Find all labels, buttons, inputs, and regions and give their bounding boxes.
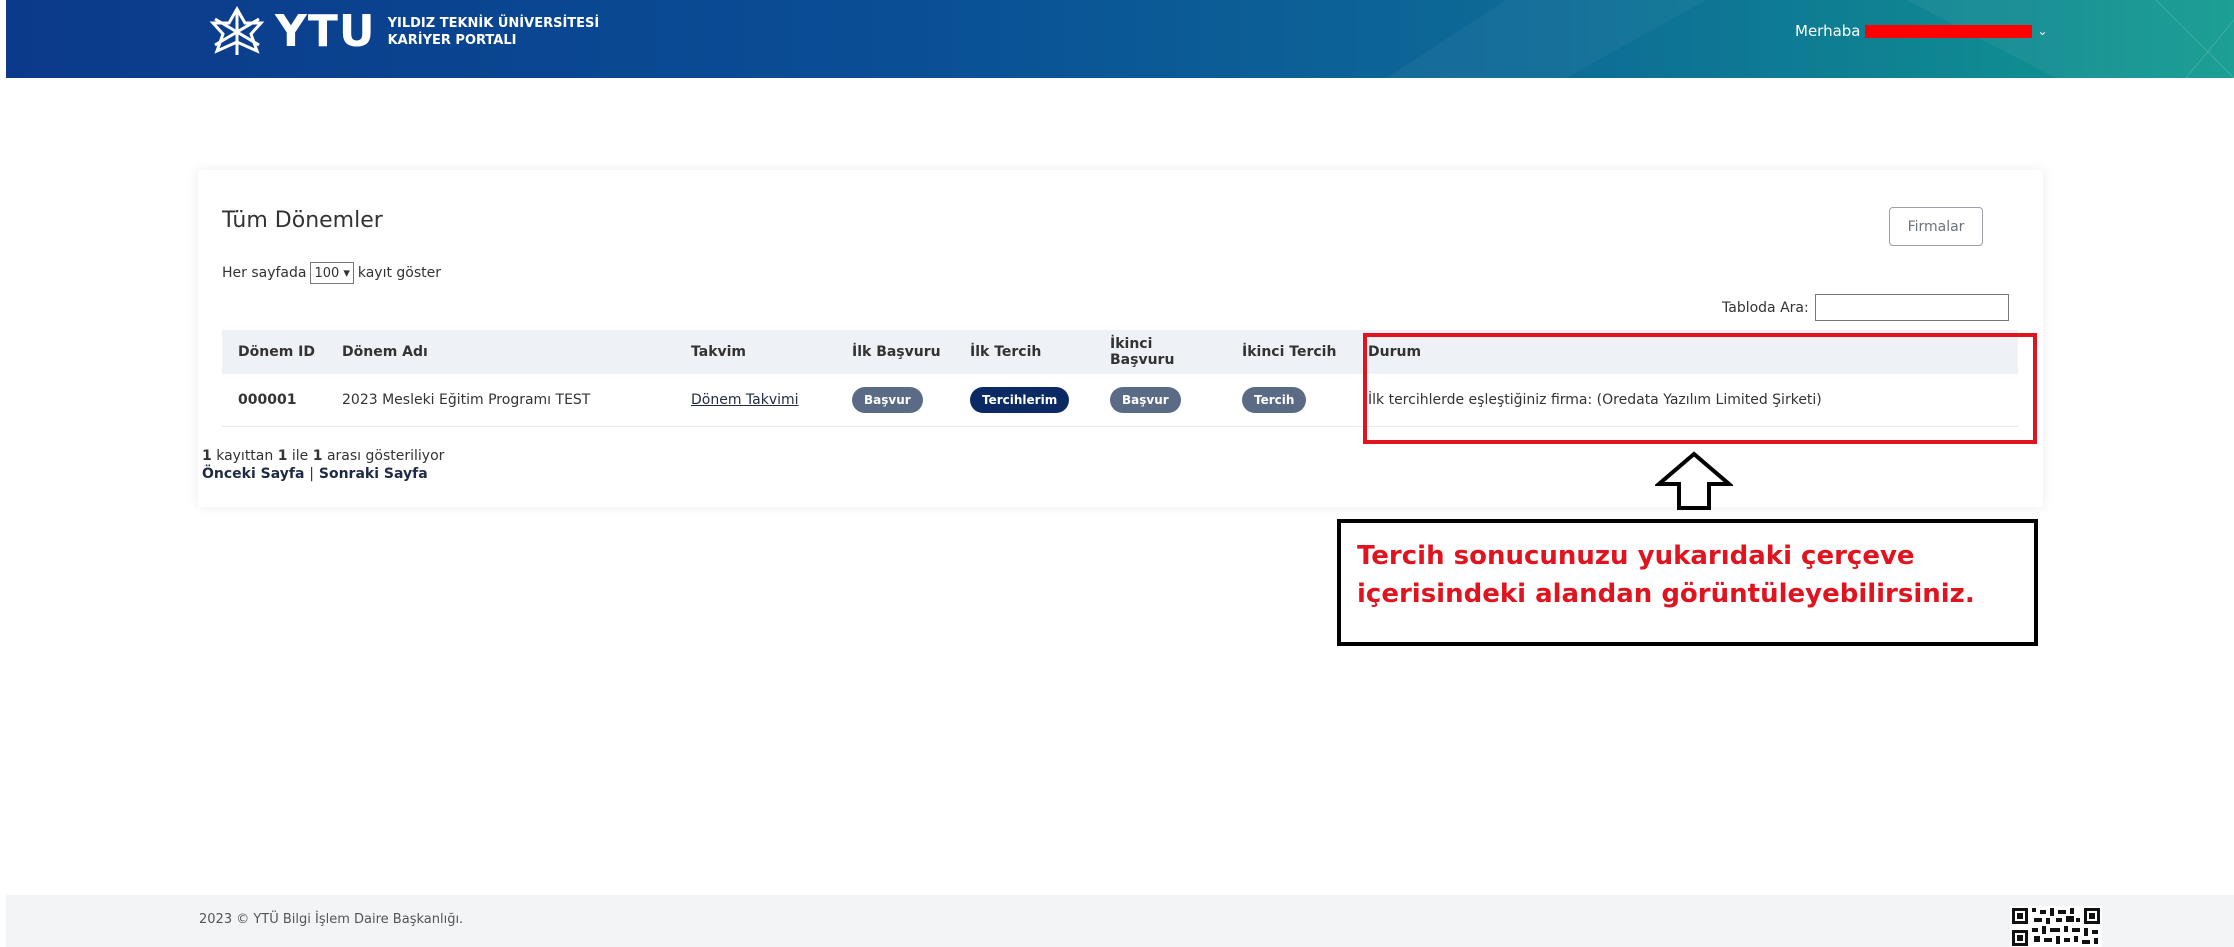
cell-first-apply: Başvur — [836, 374, 954, 427]
page-length-suffix: kayıt göster — [357, 265, 442, 281]
redacted-username — [1864, 24, 2032, 38]
column-header-calendar[interactable]: Takvim — [675, 330, 836, 374]
cell-second-pref: Tercih — [1226, 374, 1352, 427]
firmalar-button[interactable]: Firmalar — [1889, 207, 1983, 246]
calendar-link[interactable]: Dönem Takvimi — [691, 392, 799, 408]
page-length-control: Her sayfada 100 ▾ kayıt göster — [222, 262, 441, 284]
second-apply-button[interactable]: Başvur — [1110, 386, 1181, 413]
page-length-prefix: Her sayfada — [222, 265, 307, 281]
footer: 2023 © YTÜ Bilgi İşlem Daire Başkanlığı. — [6, 895, 2234, 947]
user-menu[interactable]: Merhaba ⌄ — [1795, 22, 2048, 40]
greeting-text: Merhaba — [1795, 22, 1861, 40]
annotation-line-1: Tercih sonucunuzu yukarıdaki çerçeve — [1357, 541, 1915, 571]
info-text-3: arası gösteriliyor — [326, 448, 445, 464]
page-length-value: 100 — [314, 265, 340, 281]
page-title: Tüm Dönemler — [222, 208, 383, 233]
info-text-1: kayıttan — [216, 448, 274, 464]
qr-code-icon — [2010, 906, 2102, 947]
column-header-period-name[interactable]: Dönem Adı — [326, 330, 675, 374]
info-to: 1 — [312, 448, 323, 464]
cell-first-pref: Tercihlerim — [954, 374, 1094, 427]
brand-text: YILDIZ TEKNİK ÜNİVERSİTESİ KARİYER PORTA… — [388, 15, 600, 49]
cell-period-name: 2023 Mesleki Eğitim Programı TEST — [326, 374, 675, 427]
next-page-link[interactable]: Sonraki Sayfa — [319, 466, 428, 482]
page-length-select[interactable]: 100 ▾ — [310, 262, 354, 284]
table-info: 1 kayıttan 1 ile 1 arası gösteriliyor — [202, 446, 444, 466]
info-from: 1 — [277, 448, 288, 464]
search-label: Tabloda Ara: — [1722, 299, 1809, 316]
top-navbar: YTU YILDIZ TEKNİK ÜNİVERSİTESİ KARİYER P… — [6, 0, 2234, 78]
annotation-note: Tercih sonucunuzu yukarıdaki çerçeve içe… — [1337, 519, 2038, 646]
cell-calendar: Dönem Takvimi — [675, 374, 836, 427]
column-header-second-pref[interactable]: İkinci Tercih — [1226, 330, 1352, 374]
info-text-2: ile — [291, 448, 309, 464]
cell-second-apply: Başvur — [1094, 374, 1226, 427]
first-apply-button[interactable]: Başvur — [852, 386, 923, 413]
cell-period-id: 000001 — [222, 374, 326, 427]
up-arrow-icon — [1655, 451, 1733, 510]
search-input[interactable] — [1814, 294, 2009, 321]
table-search: Tabloda Ara: — [1722, 294, 2009, 321]
pagination: Önceki Sayfa | Sonraki Sayfa — [202, 466, 428, 482]
second-preference-button[interactable]: Tercih — [1242, 386, 1307, 413]
star-logo-icon — [209, 6, 265, 55]
previous-page-link[interactable]: Önceki Sayfa — [202, 466, 304, 482]
annotation-line-2: içerisindeki alandan görüntüleyebilirsin… — [1357, 579, 1975, 609]
chevron-down-icon: ⌄ — [2037, 24, 2048, 38]
brand-line-1: YILDIZ TEKNİK ÜNİVERSİTESİ — [387, 16, 600, 31]
brand-short: YTU — [275, 6, 376, 57]
copyright-text: 2023 © YTÜ Bilgi İşlem Daire Başkanlığı. — [199, 912, 464, 927]
brand-logo[interactable]: YTU YILDIZ TEKNİK ÜNİVERSİTESİ KARİYER P… — [207, 6, 599, 58]
chevron-down-icon: ▾ — [343, 265, 350, 281]
column-header-second-apply[interactable]: İkinci Başvuru — [1094, 330, 1226, 374]
column-header-first-pref[interactable]: İlk Tercih — [954, 330, 1094, 374]
pagination-separator: | — [309, 466, 315, 482]
column-header-first-apply[interactable]: İlk Başvuru — [836, 330, 954, 374]
column-header-period-id[interactable]: Dönem ID — [222, 330, 326, 374]
first-preferences-button[interactable]: Tercihlerim — [970, 386, 1070, 413]
highlight-frame — [1363, 333, 2037, 444]
brand-line-2: KARİYER PORTALI — [387, 33, 517, 48]
info-total: 1 — [202, 448, 212, 464]
